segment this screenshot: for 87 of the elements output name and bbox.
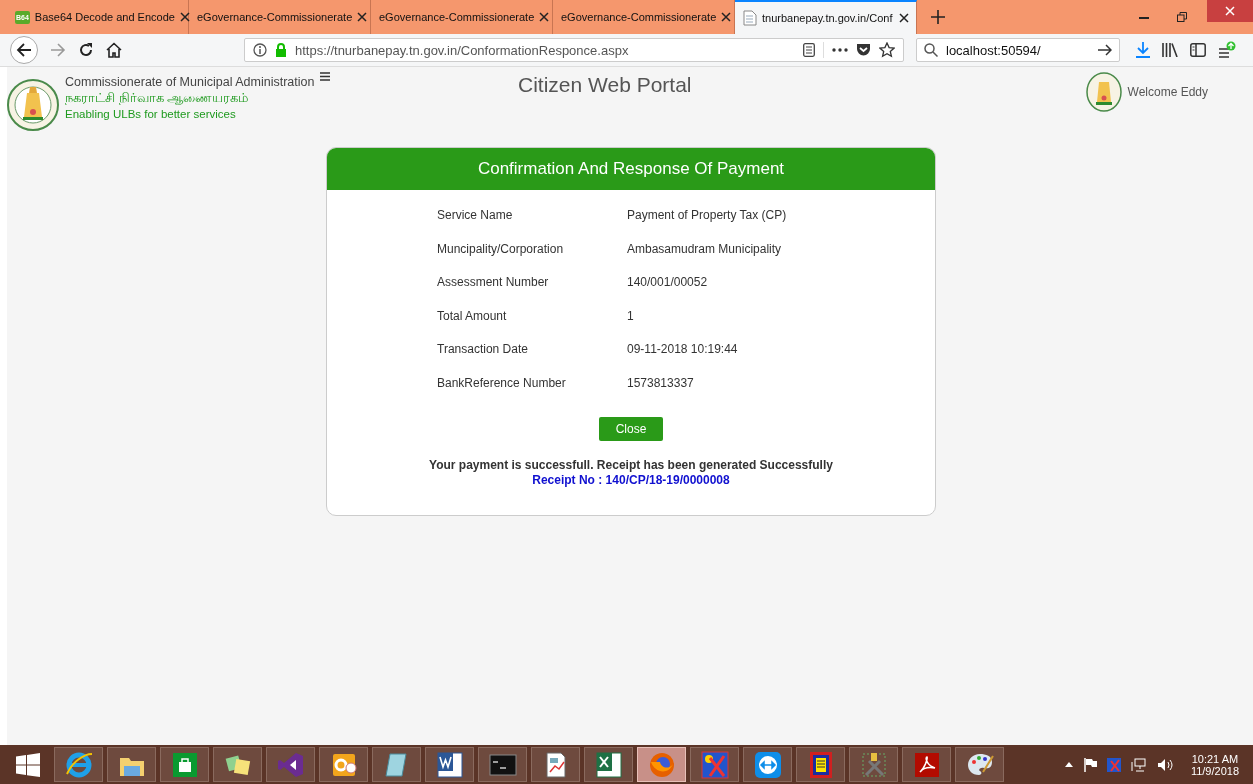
- back-button[interactable]: [10, 36, 38, 64]
- forward-icon[interactable]: [50, 42, 66, 58]
- field-label: BankReference Number: [437, 375, 567, 391]
- taskbar-app-button[interactable]: [584, 747, 633, 782]
- url-text: https://tnurbanepay.tn.gov.in/ConformationResponce.aspx: [295, 42, 629, 58]
- taskbar-app-button[interactable]: [54, 747, 103, 782]
- field-label: Muncipality/Corporation: [437, 241, 565, 257]
- taskbar-app-button[interactable]: [425, 747, 474, 782]
- download-icon[interactable]: [1136, 42, 1150, 58]
- welcome-text: Welcome Eddy: [1127, 85, 1208, 99]
- close-icon[interactable]: [899, 13, 909, 23]
- close-icon[interactable]: [721, 12, 732, 22]
- page-icon: [743, 10, 757, 26]
- taskbar-app-button[interactable]: [107, 747, 156, 782]
- pocket-icon[interactable]: [856, 43, 871, 57]
- restore-icon[interactable]: [1177, 12, 1187, 22]
- taskbar-app-button[interactable]: [478, 747, 527, 782]
- spreadsheet-icon: [593, 749, 624, 780]
- field-value: 1573813337: [627, 375, 695, 391]
- close-icon[interactable]: [179, 12, 190, 22]
- more-icon[interactable]: [832, 48, 848, 52]
- library-icon[interactable]: [1162, 43, 1178, 57]
- taskbar-app-button[interactable]: [690, 747, 739, 782]
- tab-title: Base64 Decode and Encode: [34, 11, 175, 23]
- field-value: 1: [627, 308, 635, 324]
- taskbar-app-button[interactable]: [849, 747, 898, 782]
- field-label: Total Amount: [437, 308, 508, 324]
- address-bar[interactable]: https://tnurbanepay.tn.gov.in/ConformationResponce.aspx: [244, 38, 904, 62]
- taskbar-app-button[interactable]: [160, 747, 209, 782]
- field-value: 09-11-2018 10:19:44: [627, 342, 739, 357]
- temple-emblem-icon: [7, 79, 59, 131]
- network-icon[interactable]: [1130, 757, 1147, 772]
- taskbar-app-button[interactable]: [796, 747, 845, 782]
- tab-title: tnurbanepay.tn.gov.in/Conf: [762, 12, 894, 24]
- arrow-right-icon[interactable]: [1098, 44, 1112, 56]
- field-label: Assessment Number: [437, 275, 550, 290]
- tab-title: eGovernance-Commissionerate: [379, 11, 535, 23]
- reload-icon[interactable]: [78, 42, 94, 58]
- word-document-icon: [434, 749, 465, 780]
- clock-time: 10:21 AM: [1191, 752, 1239, 765]
- close-icon: [1225, 6, 1235, 16]
- tab-title: eGovernance-Commissionerate: [561, 11, 717, 23]
- clock[interactable]: 10:21 AM 11/9/2018: [1190, 752, 1239, 777]
- field-label: Transaction Date: [437, 342, 529, 357]
- field-value: Payment of Property Tax (CP): [627, 208, 788, 223]
- field-label: Service Name: [437, 208, 514, 223]
- x-letter-app-icon: [699, 749, 730, 780]
- taskbar-app-button[interactable]: [319, 747, 368, 782]
- sidebar-icon[interactable]: [1190, 43, 1206, 57]
- windows-start-icon[interactable]: [16, 752, 40, 777]
- taskbar-app-button[interactable]: [372, 747, 421, 782]
- star-icon[interactable]: [879, 42, 895, 58]
- close-icon[interactable]: [357, 12, 368, 22]
- portal-title: Citizen Web Portal: [518, 73, 692, 97]
- up-caret-icon[interactable]: [1064, 762, 1073, 767]
- card-title: Confirmation And Response Of Payment: [477, 159, 785, 179]
- plus-icon[interactable]: [931, 10, 945, 24]
- speaker-icon[interactable]: [1156, 757, 1173, 772]
- close-button[interactable]: Close: [599, 416, 663, 441]
- clock-date: 11/9/2018: [1190, 764, 1239, 777]
- x-letter-app-icon[interactable]: [1106, 757, 1121, 772]
- success-message: Your payment is successfull. Receipt has been generated Successfully: [429, 457, 833, 472]
- tamil-organization-name: நகராட்சி நிர்வாக ஆணையரகம்: [65, 90, 250, 107]
- search-icon: [924, 43, 938, 57]
- organization-name: Commissionerate of Municipal Administration: [65, 75, 315, 89]
- taskbar-app-button[interactable]: [902, 747, 951, 782]
- tagline: Enabling ULBs for better services: [65, 108, 237, 120]
- close-icon[interactable]: [539, 12, 550, 22]
- arrow-left-icon: [16, 42, 32, 58]
- taskbar-app-button[interactable]: [955, 747, 1004, 782]
- home-icon[interactable]: [106, 42, 122, 58]
- menu-icon[interactable]: [1218, 41, 1236, 59]
- receipt-number: Receipt No : 140/CP/18-19/0000008: [532, 472, 730, 487]
- flag-icon[interactable]: [1082, 757, 1097, 772]
- field-value: 140/001/00052: [627, 275, 709, 290]
- reader-view-icon[interactable]: [803, 43, 815, 57]
- tab-title: eGovernance-Commissionerate: [197, 11, 353, 23]
- field-value: Ambasamudram Municipality: [627, 241, 783, 257]
- menu-icon[interactable]: [320, 72, 331, 81]
- browser-tab[interactable]: tnurbanepay.tn.gov.in/Conf: [735, 0, 917, 34]
- temple-emblem-icon: [1085, 72, 1122, 112]
- info-icon[interactable]: [253, 43, 267, 57]
- taskbar-app-button[interactable]: [743, 747, 792, 782]
- taskbar-app-button[interactable]: [531, 747, 580, 782]
- search-field[interactable]: localhost:50594/: [916, 38, 1120, 62]
- taskbar-app-button[interactable]: [213, 747, 262, 782]
- padlock-icon: [275, 43, 287, 57]
